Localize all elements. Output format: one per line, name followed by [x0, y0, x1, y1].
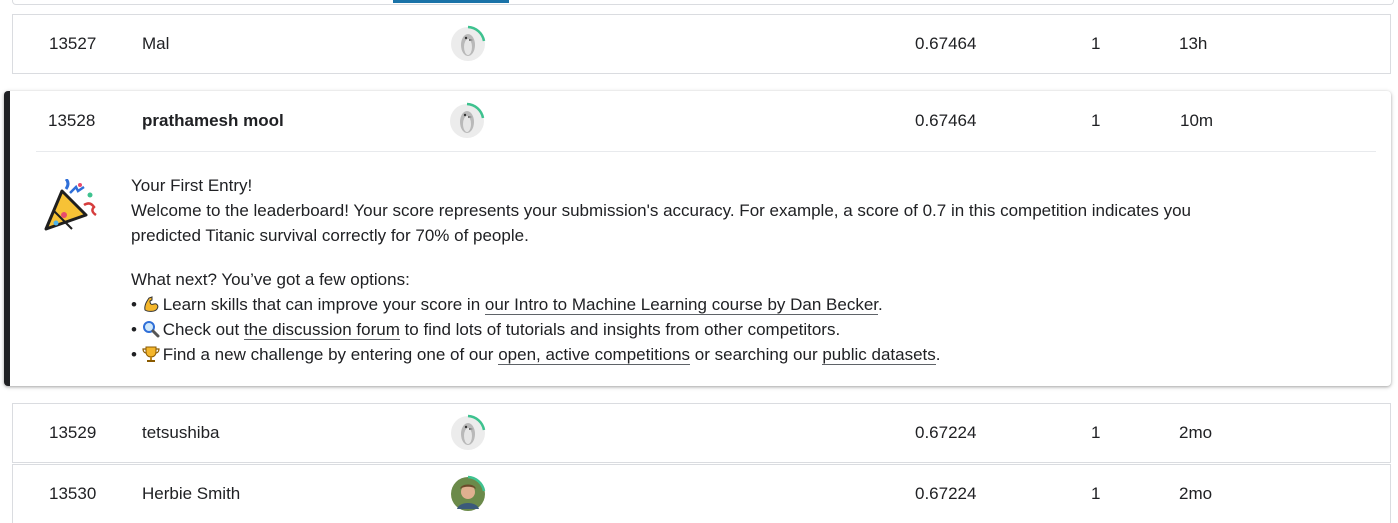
- entries-count: 1: [1091, 423, 1101, 442]
- last-submission: 2mo: [1179, 423, 1213, 442]
- score: 0.67224: [915, 484, 977, 503]
- leaderboard: 13527 Mal 0.67464 1 13h 13528 prathamesh…: [0, 0, 1398, 523]
- trophy-icon: [142, 345, 160, 363]
- team-avatar[interactable]: [449, 465, 487, 523]
- party-popper-icon: [40, 177, 100, 241]
- leaderboard-row[interactable]: 13527 Mal 0.67464 1 13h: [12, 14, 1391, 74]
- team-name[interactable]: prathamesh mool: [142, 91, 284, 151]
- intro-ml-course-link[interactable]: our Intro to Machine Learning course by …: [484, 295, 878, 315]
- penguin-default-icon: [448, 102, 486, 140]
- next-heading: What next? You’ve got a few options:: [131, 270, 410, 289]
- message-title: Your First Entry!: [131, 176, 253, 195]
- first-entry-message: Your First Entry! Welcome to the leaderb…: [131, 173, 1331, 367]
- user-photo-icon: [449, 475, 487, 513]
- leaderboard-row[interactable]: 13529 tetsushiba 0.67224 1 2mo: [12, 403, 1391, 463]
- message-line: predicted Titanic survival correctly for…: [131, 226, 529, 245]
- penguin-default-icon: [449, 414, 487, 452]
- active-competitions-link[interactable]: open, active competitions: [498, 345, 691, 365]
- rank: 13530: [49, 484, 97, 503]
- tip-item: • Check out the discussion forum to find…: [131, 320, 841, 340]
- entries-count: 1: [1091, 34, 1101, 53]
- message-line: Welcome to the leaderboard! Your score r…: [131, 201, 1191, 220]
- team-name[interactable]: Mal: [142, 15, 169, 73]
- leaderboard-row-self[interactable]: 13528 prathamesh mool 0.67464 1 10m: [10, 91, 1391, 151]
- active-tab-indicator: [393, 0, 509, 3]
- score: 0.67464: [915, 34, 977, 53]
- public-datasets-link[interactable]: public datasets: [822, 345, 936, 365]
- last-submission: 2mo: [1179, 484, 1213, 503]
- leaderboard-row[interactable]: 13530 Herbie Smith 0.67224 1 2mo: [12, 464, 1391, 523]
- penguin-default-icon: [449, 25, 487, 63]
- leaderboard-header-strip: [12, 0, 1394, 5]
- team-avatar[interactable]: [449, 15, 487, 73]
- divider: [36, 151, 1376, 152]
- team-avatar[interactable]: [448, 91, 486, 151]
- score: 0.67464: [915, 111, 977, 130]
- team-name[interactable]: Herbie Smith: [142, 465, 240, 523]
- team-name[interactable]: tetsushiba: [142, 404, 220, 462]
- rank: 13529: [49, 423, 97, 442]
- tip-item: • Find a new challenge by entering one o…: [131, 345, 941, 365]
- team-avatar[interactable]: [449, 404, 487, 462]
- tip-item: • Learn skills that can improve your sco…: [131, 295, 883, 315]
- flexed-biceps-icon: [142, 295, 160, 313]
- entries-count: 1: [1091, 111, 1101, 130]
- last-submission: 10m: [1180, 111, 1214, 130]
- discussion-forum-link[interactable]: the discussion forum: [243, 320, 400, 340]
- rank: 13528: [48, 111, 96, 130]
- highlighted-row-card: 13528 prathamesh mool 0.67464 1 10m Your…: [4, 91, 1391, 386]
- magnifying-glass-icon: [142, 320, 160, 338]
- last-submission: 13h: [1179, 34, 1208, 53]
- entries-count: 1: [1091, 484, 1101, 503]
- score: 0.67224: [915, 423, 977, 442]
- rank: 13527: [49, 34, 97, 53]
